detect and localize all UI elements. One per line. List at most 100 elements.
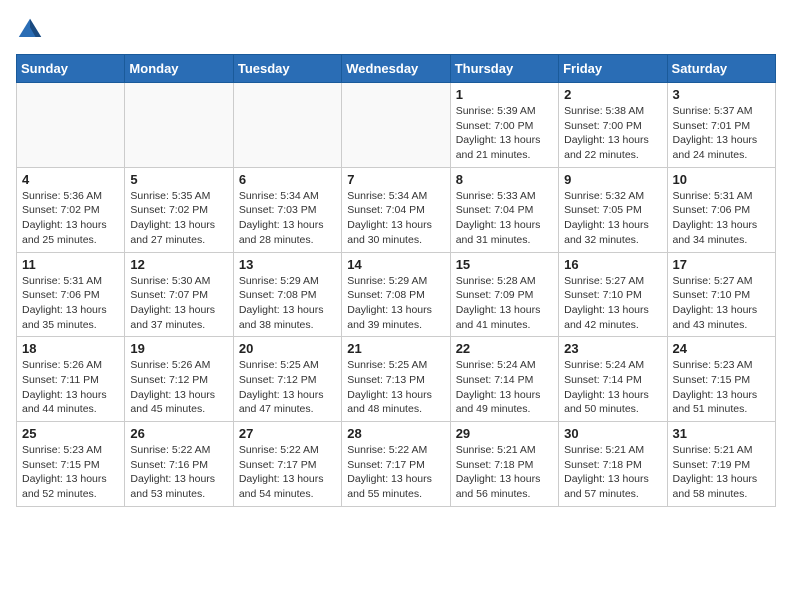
day-number: 28 <box>347 426 444 441</box>
day-detail: Sunrise: 5:26 AM Sunset: 7:12 PM Dayligh… <box>130 358 227 417</box>
day-detail: Sunrise: 5:34 AM Sunset: 7:04 PM Dayligh… <box>347 189 444 248</box>
day-detail: Sunrise: 5:31 AM Sunset: 7:06 PM Dayligh… <box>22 274 119 333</box>
day-detail: Sunrise: 5:24 AM Sunset: 7:14 PM Dayligh… <box>564 358 661 417</box>
day-detail: Sunrise: 5:21 AM Sunset: 7:18 PM Dayligh… <box>456 443 553 502</box>
calendar-cell: 20Sunrise: 5:25 AM Sunset: 7:12 PM Dayli… <box>233 337 341 422</box>
calendar-cell: 7 Sunrise: 5:34 AM Sunset: 7:04 PM Daylig… <box>342 167 450 252</box>
day-detail: Sunrise: 5:32 AM Sunset: 7:05 PM Dayligh… <box>564 189 661 248</box>
day-number: 15 <box>456 257 553 272</box>
day-number: 27 <box>239 426 336 441</box>
day-detail: Sunrise: 5:22 AM Sunset: 7:16 PM Dayligh… <box>130 443 227 502</box>
day-number: 26 <box>130 426 227 441</box>
day-detail: Sunrise: 5:27 AM Sunset: 7:10 PM Dayligh… <box>673 274 770 333</box>
calendar-cell: 24 Sunrise: 5:23 AM Sunset: 7:15 PM Dayli… <box>667 337 775 422</box>
calendar-cell: 22 Sunrise: 5:24 AM Sunset: 7:14 PM Dayli… <box>450 337 558 422</box>
day-detail: Sunrise: 5:34 AM Sunset: 7:03 PM Dayligh… <box>239 189 336 248</box>
day-number: 13 <box>239 257 336 272</box>
day-number: 3 <box>673 87 770 102</box>
day-number: 2 <box>564 87 661 102</box>
day-number: 21 <box>347 341 444 356</box>
day-number: 23 <box>564 341 661 356</box>
calendar-cell: 3 Sunrise: 5:37 AM Sunset: 7:01 PM Daylig… <box>667 83 775 168</box>
calendar-cell: 15 Sunrise: 5:28 AM Sunset: 7:09 PM Dayli… <box>450 252 558 337</box>
day-number: 1 <box>456 87 553 102</box>
calendar-cell: 29 Sunrise: 5:21 AM Sunset: 7:18 PM Dayli… <box>450 422 558 507</box>
day-number: 12 <box>130 257 227 272</box>
day-detail: Sunrise: 5:22 AM Sunset: 7:17 PM Dayligh… <box>347 443 444 502</box>
day-number: 5 <box>130 172 227 187</box>
day-detail: Sunrise: 5:25 AM Sunset: 7:13 PM Dayligh… <box>347 358 444 417</box>
day-number: 11 <box>22 257 119 272</box>
calendar-table: SundayMondayTuesdayWednesdayThursdayFrid… <box>16 54 776 507</box>
day-detail: Sunrise: 5:37 AM Sunset: 7:01 PM Dayligh… <box>673 104 770 163</box>
day-number: 14 <box>347 257 444 272</box>
day-detail: Sunrise: 5:29 AM Sunset: 7:08 PM Dayligh… <box>239 274 336 333</box>
day-detail: Sunrise: 5:24 AM Sunset: 7:14 PM Dayligh… <box>456 358 553 417</box>
day-detail: Sunrise: 5:21 AM Sunset: 7:18 PM Dayligh… <box>564 443 661 502</box>
calendar-cell <box>233 83 341 168</box>
calendar-cell: 26 Sunrise: 5:22 AM Sunset: 7:16 PM Dayli… <box>125 422 233 507</box>
day-number: 30 <box>564 426 661 441</box>
calendar-cell: 4 Sunrise: 5:36 AM Sunset: 7:02 PM Daylig… <box>17 167 125 252</box>
calendar-week-1: 1 Sunrise: 5:39 AM Sunset: 7:00 PM Daylig… <box>17 83 776 168</box>
calendar-cell: 28 Sunrise: 5:22 AM Sunset: 7:17 PM Dayli… <box>342 422 450 507</box>
day-number: 17 <box>673 257 770 272</box>
header-sunday: Sunday <box>17 55 125 83</box>
calendar-cell: 14 Sunrise: 5:29 AM Sunset: 7:08 PM Dayli… <box>342 252 450 337</box>
day-detail: Sunrise: 5:29 AM Sunset: 7:08 PM Dayligh… <box>347 274 444 333</box>
day-detail: Sunrise: 5:21 AM Sunset: 7:19 PM Dayligh… <box>673 443 770 502</box>
header-thursday: Thursday <box>450 55 558 83</box>
calendar-cell: 17 Sunrise: 5:27 AM Sunset: 7:10 PM Dayli… <box>667 252 775 337</box>
calendar-week-5: 25Sunrise: 5:23 AM Sunset: 7:15 PM Dayli… <box>17 422 776 507</box>
day-detail: Sunrise: 5:36 AM Sunset: 7:02 PM Dayligh… <box>22 189 119 248</box>
day-detail: Sunrise: 5:30 AM Sunset: 7:07 PM Dayligh… <box>130 274 227 333</box>
header-tuesday: Tuesday <box>233 55 341 83</box>
calendar-cell: 8 Sunrise: 5:33 AM Sunset: 7:04 PM Daylig… <box>450 167 558 252</box>
day-number: 29 <box>456 426 553 441</box>
day-number: 22 <box>456 341 553 356</box>
calendar-cell: 12 Sunrise: 5:30 AM Sunset: 7:07 PM Dayli… <box>125 252 233 337</box>
day-number: 6 <box>239 172 336 187</box>
day-detail: Sunrise: 5:23 AM Sunset: 7:15 PM Dayligh… <box>22 443 119 502</box>
calendar-cell: 31 Sunrise: 5:21 AM Sunset: 7:19 PM Dayli… <box>667 422 775 507</box>
calendar-cell: 16Sunrise: 5:27 AM Sunset: 7:10 PM Dayli… <box>559 252 667 337</box>
day-detail: Sunrise: 5:31 AM Sunset: 7:06 PM Dayligh… <box>673 189 770 248</box>
day-detail: Sunrise: 5:38 AM Sunset: 7:00 PM Dayligh… <box>564 104 661 163</box>
day-number: 24 <box>673 341 770 356</box>
calendar-week-2: 4 Sunrise: 5:36 AM Sunset: 7:02 PM Daylig… <box>17 167 776 252</box>
calendar-cell <box>17 83 125 168</box>
calendar-cell: 6 Sunrise: 5:34 AM Sunset: 7:03 PM Daylig… <box>233 167 341 252</box>
page-header <box>16 16 776 44</box>
day-number: 20 <box>239 341 336 356</box>
day-number: 19 <box>130 341 227 356</box>
day-number: 4 <box>22 172 119 187</box>
day-detail: Sunrise: 5:22 AM Sunset: 7:17 PM Dayligh… <box>239 443 336 502</box>
header-wednesday: Wednesday <box>342 55 450 83</box>
day-detail: Sunrise: 5:33 AM Sunset: 7:04 PM Dayligh… <box>456 189 553 248</box>
day-detail: Sunrise: 5:26 AM Sunset: 7:11 PM Dayligh… <box>22 358 119 417</box>
calendar-cell <box>125 83 233 168</box>
day-detail: Sunrise: 5:28 AM Sunset: 7:09 PM Dayligh… <box>456 274 553 333</box>
day-number: 9 <box>564 172 661 187</box>
logo <box>16 16 48 44</box>
day-detail: Sunrise: 5:23 AM Sunset: 7:15 PM Dayligh… <box>673 358 770 417</box>
header-monday: Monday <box>125 55 233 83</box>
day-number: 8 <box>456 172 553 187</box>
day-detail: Sunrise: 5:35 AM Sunset: 7:02 PM Dayligh… <box>130 189 227 248</box>
header-friday: Friday <box>559 55 667 83</box>
calendar-cell: 25Sunrise: 5:23 AM Sunset: 7:15 PM Dayli… <box>17 422 125 507</box>
day-number: 7 <box>347 172 444 187</box>
calendar-cell: 30 Sunrise: 5:21 AM Sunset: 7:18 PM Dayli… <box>559 422 667 507</box>
calendar-cell: 21 Sunrise: 5:25 AM Sunset: 7:13 PM Dayli… <box>342 337 450 422</box>
day-number: 31 <box>673 426 770 441</box>
calendar-cell: 9 Sunrise: 5:32 AM Sunset: 7:05 PM Daylig… <box>559 167 667 252</box>
day-number: 10 <box>673 172 770 187</box>
day-detail: Sunrise: 5:39 AM Sunset: 7:00 PM Dayligh… <box>456 104 553 163</box>
calendar-header-row: SundayMondayTuesdayWednesdayThursdayFrid… <box>17 55 776 83</box>
calendar-cell: 10 Sunrise: 5:31 AM Sunset: 7:06 PM Dayli… <box>667 167 775 252</box>
calendar-cell: 11 Sunrise: 5:31 AM Sunset: 7:06 PM Dayli… <box>17 252 125 337</box>
calendar-cell: 2 Sunrise: 5:38 AM Sunset: 7:00 PM Daylig… <box>559 83 667 168</box>
day-number: 18 <box>22 341 119 356</box>
calendar-cell <box>342 83 450 168</box>
calendar-cell: 19 Sunrise: 5:26 AM Sunset: 7:12 PM Dayli… <box>125 337 233 422</box>
